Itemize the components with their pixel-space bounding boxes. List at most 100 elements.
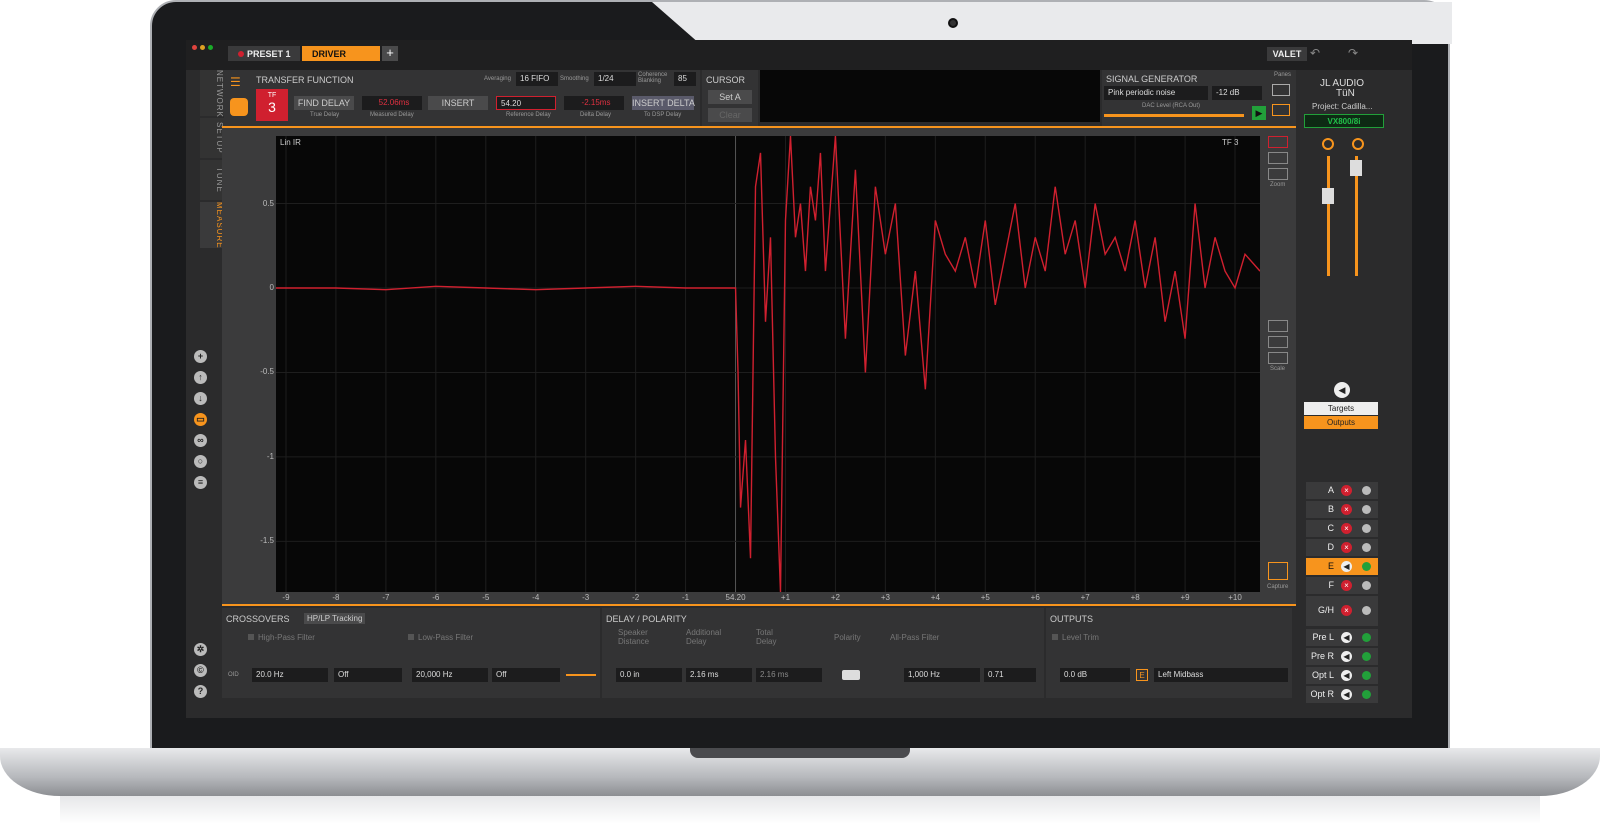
high-pass-checkbox[interactable] (248, 634, 254, 640)
add-icon[interactable]: + (194, 350, 207, 363)
targets-button[interactable]: Targets (1304, 402, 1378, 415)
close-icon[interactable] (192, 45, 197, 50)
impulse-response-plot[interactable]: Lin IR TF 3 (276, 135, 1261, 593)
output-channel-row[interactable]: Pre R ◀ (1306, 648, 1378, 665)
list-icon[interactable]: ≡ (194, 476, 207, 489)
upload-icon[interactable]: ↑ (194, 371, 207, 384)
speaker-icon[interactable]: ◀ (1334, 382, 1350, 398)
help-icon[interactable]: ? (194, 685, 207, 698)
lp-type-select[interactable]: Off (492, 668, 560, 682)
level-trim-checkbox[interactable] (1052, 634, 1058, 640)
scale-expand-icon[interactable] (1268, 336, 1288, 348)
pane-layout-icon[interactable] (1272, 104, 1290, 116)
speaker-icon[interactable]: ◀ (1341, 689, 1352, 700)
level-trim-input[interactable]: 0.0 dB (1060, 668, 1130, 682)
hp-frequency-input[interactable]: 20.0 Hz (252, 668, 328, 682)
insert-delta-button[interactable]: INSERT DELTA (632, 96, 695, 110)
mute-icon[interactable]: × (1341, 523, 1352, 534)
output-channel-row[interactable]: Pre L ◀ (1306, 629, 1378, 646)
panes-icon[interactable] (1272, 84, 1290, 96)
output-channel-row[interactable]: Opt L ◀ (1306, 667, 1378, 684)
tab-preset[interactable]: PRESET 1 (228, 46, 300, 61)
dac-level-slider[interactable] (1104, 114, 1244, 117)
insert-button[interactable]: INSERT (428, 96, 488, 110)
mute-icon[interactable]: × (1341, 580, 1352, 591)
output-channel-row[interactable]: C × (1306, 520, 1378, 537)
right-knob-icon[interactable] (1352, 138, 1364, 150)
allpass-q-input[interactable]: 0.71 (984, 668, 1036, 682)
find-delay-button[interactable]: FIND DELAY (294, 96, 354, 110)
mute-icon[interactable]: × (1341, 485, 1352, 496)
averaging-select[interactable]: 16 FIFO (516, 72, 558, 86)
mute-icon[interactable]: × (1341, 504, 1352, 515)
gear-icon[interactable]: ✲ (194, 643, 207, 656)
folder-icon[interactable]: ▭ (194, 413, 207, 426)
tab-network[interactable]: NETWORK (200, 70, 224, 118)
valet-button[interactable]: VALET (1267, 47, 1307, 61)
low-pass-checkbox[interactable] (408, 634, 414, 640)
right-fader-thumb[interactable] (1350, 160, 1362, 176)
link-icon[interactable]: ∞ (194, 434, 207, 447)
tab-driver[interactable]: DRIVER (302, 46, 380, 61)
left-knob-icon[interactable] (1322, 138, 1334, 150)
lp-frequency-input[interactable]: 20,000 Hz (412, 668, 488, 682)
outputs-button[interactable]: Outputs (1304, 416, 1378, 429)
maximize-icon[interactable] (208, 45, 213, 50)
plot-mode-select[interactable]: Lin IR (280, 138, 301, 147)
signal-level-input[interactable]: -12 dB (1212, 86, 1262, 100)
output-name-input[interactable]: Left Midbass (1154, 668, 1288, 682)
x-tick-label: +3 (880, 593, 890, 602)
tab-setup[interactable]: SETUP (200, 118, 224, 158)
speaker-icon[interactable]: ◀ (1341, 632, 1352, 643)
add-tab-button[interactable]: + (382, 46, 398, 61)
undo-arrow-icon[interactable]: ↶ (1310, 46, 1320, 60)
polarity-toggle-icon[interactable] (842, 670, 860, 680)
clear-button[interactable]: Clear (708, 108, 752, 122)
settings-sliders-icon[interactable]: ☰ (230, 75, 241, 89)
measure-icon[interactable] (230, 98, 248, 116)
output-channel-row[interactable]: Opt R ◀ (1306, 686, 1378, 703)
scale-fit-icon[interactable] (1268, 320, 1288, 332)
left-fader-thumb[interactable] (1322, 188, 1334, 204)
search-icon[interactable]: ○ (194, 455, 207, 468)
output-channel-row[interactable]: B × (1306, 501, 1378, 518)
redo-arrow-icon[interactable]: ↷ (1348, 46, 1358, 60)
output-channel-row[interactable]: F × (1306, 577, 1378, 594)
hp-type-select[interactable]: Off (334, 668, 402, 682)
plot-trace-select[interactable]: TF 3 (1222, 138, 1238, 147)
speaker-icon[interactable]: ◀ (1341, 561, 1352, 572)
tab-tune[interactable]: TUNE (200, 160, 224, 200)
output-channel-row[interactable]: E ◀ (1306, 558, 1378, 575)
speaker-icon[interactable]: ◀ (1341, 670, 1352, 681)
left-level-slider[interactable] (1327, 156, 1330, 276)
hp-lp-tracking-toggle[interactable]: HP/LP Tracking (304, 613, 366, 624)
mute-icon[interactable]: × (1341, 605, 1352, 616)
tab-measure[interactable]: MEASURE (200, 202, 224, 249)
allpass-frequency-input[interactable]: 1,000 Hz (904, 668, 980, 682)
signal-type-select[interactable]: Pink periodic noise (1104, 86, 1208, 100)
high-pass-label: High-Pass Filter (258, 633, 315, 642)
speaker-distance-input[interactable]: 0.0 in (616, 668, 682, 682)
output-channel-row[interactable]: D × (1306, 539, 1378, 556)
play-icon[interactable]: ▶ (1252, 106, 1266, 120)
set-a-button[interactable]: Set A (708, 90, 752, 104)
status-dot-icon (1362, 671, 1371, 680)
camera-icon[interactable] (1268, 562, 1288, 580)
speaker-icon[interactable]: ◀ (1341, 651, 1352, 662)
reference-delay-input[interactable]: 54.20 (496, 96, 556, 110)
minimize-icon[interactable] (200, 45, 205, 50)
download-icon[interactable]: ↓ (194, 392, 207, 405)
copyright-icon[interactable]: © (194, 664, 207, 677)
zoom-tool-icon[interactable] (1268, 136, 1288, 148)
additional-delay-input[interactable]: 2.16 ms (686, 668, 752, 682)
mute-icon[interactable]: × (1341, 542, 1352, 553)
tf-badge[interactable]: TF 3 (256, 89, 288, 121)
zoom-horizontal-icon[interactable] (1268, 152, 1288, 164)
coherence-input[interactable]: 85 (674, 72, 696, 86)
scale-horizontal-icon[interactable] (1268, 352, 1288, 364)
zoom-vertical-icon[interactable] (1268, 168, 1288, 180)
webcam-icon (948, 18, 958, 28)
output-channel-row[interactable]: A × (1306, 482, 1378, 499)
smoothing-select[interactable]: 1/24 (594, 72, 636, 86)
output-channel-row[interactable]: G/H × (1306, 596, 1378, 626)
